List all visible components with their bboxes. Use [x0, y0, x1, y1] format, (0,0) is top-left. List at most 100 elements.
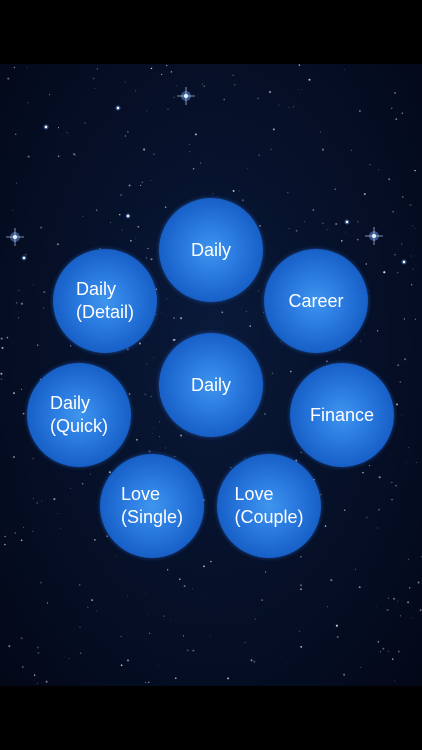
star [406, 462, 407, 463]
star [186, 649, 189, 652]
star [209, 636, 211, 637]
star [120, 635, 122, 637]
star [164, 206, 167, 208]
star [165, 447, 166, 449]
star [221, 311, 224, 314]
star [327, 606, 329, 608]
bright-star [177, 87, 195, 105]
star [157, 664, 159, 666]
star [115, 555, 117, 557]
star [153, 153, 155, 155]
star [298, 64, 301, 66]
star [396, 600, 399, 602]
star [173, 96, 175, 98]
star [188, 143, 190, 145]
star [91, 599, 94, 602]
star [383, 271, 386, 274]
star [257, 290, 260, 292]
daily-quick-button[interactable]: Daily (Quick) [27, 363, 131, 467]
star [165, 64, 168, 67]
star [265, 571, 267, 573]
star [146, 363, 148, 365]
star [33, 674, 36, 677]
star [396, 271, 399, 274]
star [183, 585, 186, 588]
star [298, 89, 299, 90]
star [95, 209, 98, 211]
star [362, 471, 364, 474]
love-single-button[interactable]: Love (Single) [100, 454, 204, 558]
star [194, 133, 197, 136]
star [258, 154, 260, 156]
star [69, 488, 71, 490]
star [401, 243, 403, 245]
star [15, 301, 18, 304]
star [300, 646, 303, 648]
star [387, 650, 389, 652]
star [386, 608, 389, 612]
star [32, 498, 34, 499]
star [36, 502, 38, 504]
star [4, 535, 6, 538]
star [244, 642, 246, 644]
star [148, 450, 151, 453]
star [357, 221, 359, 223]
love-couple-button[interactable]: Love (Couple) [217, 454, 321, 558]
star [170, 619, 171, 621]
star [300, 555, 302, 558]
bright-star [344, 219, 350, 225]
star [14, 532, 17, 534]
star [175, 677, 177, 679]
star [334, 188, 336, 191]
star [320, 131, 322, 133]
star [271, 372, 274, 374]
star [192, 167, 195, 170]
star [340, 240, 343, 242]
star [365, 263, 367, 265]
daily-center-label: Daily [190, 374, 231, 395]
star [82, 215, 84, 218]
star [253, 660, 256, 663]
finance-button[interactable]: Finance [290, 363, 394, 467]
star [27, 102, 29, 104]
star [288, 228, 290, 229]
star [358, 110, 361, 112]
star [387, 597, 390, 599]
star [1, 346, 4, 349]
star [81, 482, 84, 485]
bright-star [125, 213, 131, 219]
star [281, 656, 282, 657]
star [94, 539, 96, 541]
star [135, 90, 137, 92]
star [250, 659, 253, 662]
star [150, 258, 153, 261]
star [232, 189, 235, 192]
star [153, 427, 155, 428]
star [269, 91, 271, 93]
daily-top-button[interactable]: Daily [159, 198, 263, 302]
star [300, 588, 302, 591]
daily-detail-button[interactable]: Daily (Detail) [53, 249, 157, 353]
star [180, 434, 183, 437]
star [417, 581, 420, 584]
star [176, 85, 177, 87]
daily-center-button[interactable]: Daily [159, 333, 263, 437]
star [151, 433, 153, 434]
star [174, 456, 176, 458]
star [25, 253, 27, 256]
star [375, 605, 377, 607]
star [147, 681, 150, 684]
app-screen: Daily Career Daily (Detail) Daily Financ… [0, 0, 422, 750]
star [66, 132, 68, 134]
star [90, 473, 91, 475]
star [378, 169, 380, 171]
star [161, 312, 162, 314]
star [96, 610, 98, 612]
star [39, 581, 42, 584]
star [238, 190, 240, 192]
daily-detail-label: Daily (Detail) [75, 279, 134, 322]
star [212, 193, 214, 194]
star [410, 283, 413, 286]
career-button[interactable]: Career [264, 249, 368, 353]
star [278, 104, 280, 106]
